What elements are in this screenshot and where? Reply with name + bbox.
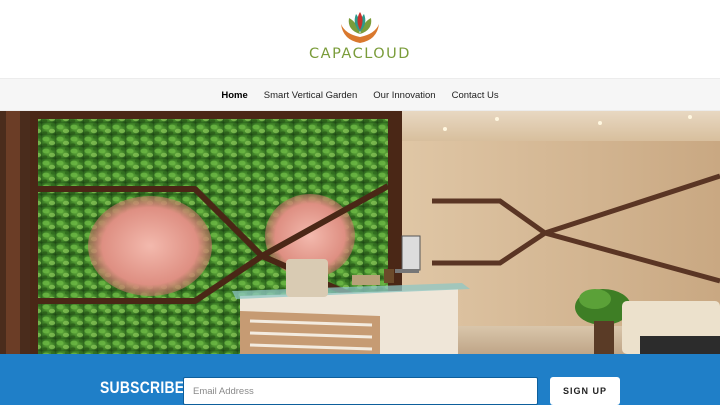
vertical-garden-office-reception-photo xyxy=(0,111,720,354)
lotus-hands-icon xyxy=(341,12,379,43)
site-header: CAPACLOUD xyxy=(0,0,720,78)
email-address-input[interactable] xyxy=(183,377,538,405)
nav-item-home[interactable]: Home xyxy=(213,90,255,101)
main-navigation: Home Smart Vertical Garden Our Innovatio… xyxy=(0,78,720,111)
nav-item-contact-us[interactable]: Contact Us xyxy=(444,90,507,101)
nav-item-our-innovation[interactable]: Our Innovation xyxy=(365,90,443,101)
subscribe-title: SUBSCRIBE xyxy=(100,378,185,397)
site-logo[interactable]: CAPACLOUD xyxy=(297,10,423,64)
nav-list: Home Smart Vertical Garden Our Innovatio… xyxy=(0,79,720,112)
sign-up-button[interactable]: SIGN UP xyxy=(550,377,620,405)
brand-name: CAPACLOUD xyxy=(309,46,411,62)
nav-item-smart-vertical-garden[interactable]: Smart Vertical Garden xyxy=(256,90,365,101)
hero-banner-image xyxy=(0,111,720,354)
